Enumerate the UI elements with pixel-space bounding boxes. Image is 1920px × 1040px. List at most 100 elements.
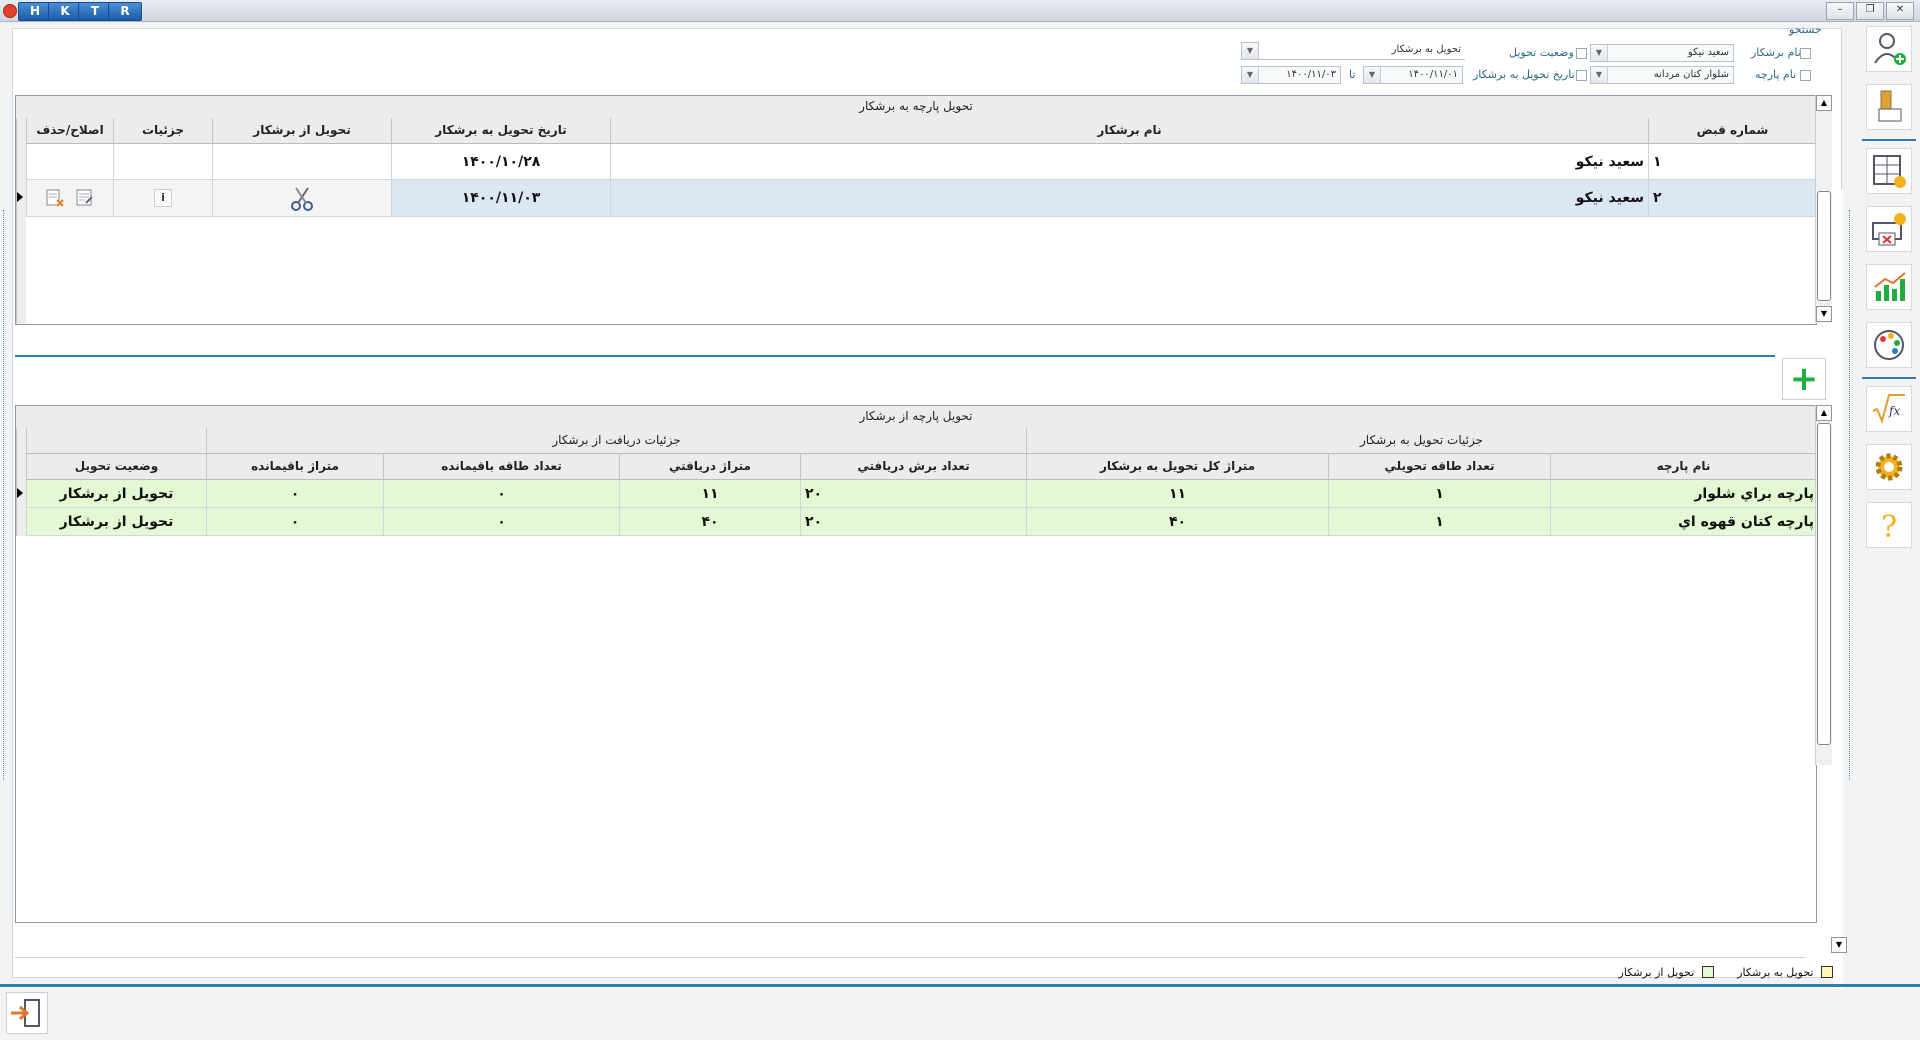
search-panel: جستجو نام برشکار سعید نیکو ▼ وضعیت تحویل… bbox=[13, 23, 1843, 93]
scroll-up-button[interactable]: ▲ bbox=[1816, 405, 1832, 421]
help-button[interactable]: ? bbox=[1866, 502, 1912, 548]
cell-bolts-left: ۰ bbox=[383, 508, 619, 536]
col-meters-received[interactable]: متراژ دريافتي bbox=[619, 454, 800, 480]
app-icon bbox=[3, 4, 17, 18]
delivery-status-select[interactable]: تحویل به برشکار ▼ bbox=[1241, 42, 1465, 60]
cell-cuts: ۲۰ bbox=[800, 508, 1026, 536]
toolbar-separator bbox=[1862, 377, 1916, 379]
current-row-marker bbox=[17, 192, 23, 202]
delivery-status-checkbox[interactable] bbox=[1576, 48, 1587, 59]
palette-button[interactable] bbox=[1866, 322, 1912, 368]
delivery-date-checkbox[interactable] bbox=[1576, 70, 1587, 81]
add-user-button[interactable] bbox=[1866, 26, 1912, 72]
fabric-name-value: شلوار کتان مردانه bbox=[1653, 69, 1729, 80]
chevron-down-icon[interactable]: ▼ bbox=[1364, 67, 1381, 83]
date-from-value: ۱۴۰۰/۱۱/۰۱ bbox=[1408, 69, 1458, 80]
cell-bolts: ۱ bbox=[1328, 508, 1550, 536]
main-panel: جستجو نام برشکار سعید نیکو ▼ وضعیت تحویل… bbox=[12, 23, 1847, 989]
scroll-thumb[interactable] bbox=[1817, 423, 1831, 745]
tailor-name-checkbox[interactable] bbox=[1800, 48, 1811, 59]
col-details[interactable]: جزئیات bbox=[113, 118, 212, 144]
grid1-caption: تحویل پارچه به برشکار bbox=[16, 96, 1816, 119]
col-delivery-status[interactable]: وضعیت تحویل bbox=[26, 454, 206, 480]
col-tailor-name[interactable]: نام برشکار bbox=[610, 118, 1648, 144]
tailor-name-select[interactable]: سعید نیکو ▼ bbox=[1590, 44, 1734, 62]
add-button[interactable]: + bbox=[1782, 358, 1826, 400]
help-icon: ? bbox=[1881, 510, 1897, 545]
tab-h[interactable]: H bbox=[18, 2, 52, 21]
table-row-selected[interactable]: ۲ سعید نیکو ۱۴۰۰/۱۱/۰۳ i bbox=[26, 180, 1816, 217]
grid-separator bbox=[15, 355, 1775, 357]
fabric-name-select[interactable]: شلوار کتان مردانه ▼ bbox=[1590, 66, 1734, 84]
tab-r[interactable]: R bbox=[108, 2, 142, 21]
col-fabric-name[interactable]: نام پارچه bbox=[1550, 454, 1816, 480]
delivery-from-tailor-grid: تحویل پارچه از برشکار جزئیات تحویل به بر… bbox=[15, 405, 1817, 923]
minimize-button[interactable]: – bbox=[1826, 2, 1854, 20]
chart-button[interactable] bbox=[1866, 264, 1912, 310]
grid2-scrollbar[interactable]: ▲ bbox=[1815, 405, 1832, 765]
add-user-icon bbox=[1874, 33, 1906, 65]
delivery-status-label: وضعیت تحویل bbox=[1509, 46, 1574, 59]
col-cuts-received[interactable]: تعداد برش دريافتي bbox=[800, 454, 1026, 480]
scroll-down-button[interactable]: ▼ bbox=[1816, 306, 1832, 322]
chart-icon bbox=[1874, 272, 1906, 301]
title-bar: H K T R – ❐ ✕ bbox=[0, 0, 1920, 22]
scroll-thumb[interactable] bbox=[1817, 191, 1831, 301]
tab-t[interactable]: T bbox=[78, 2, 112, 21]
formula-button[interactable]: fx bbox=[1866, 386, 1912, 432]
fabric-name-checkbox[interactable] bbox=[1800, 70, 1811, 81]
chevron-down-icon[interactable]: ▼ bbox=[1591, 67, 1608, 83]
date-to-picker[interactable]: ۱۴۰۰/۱۱/۰۳ ▼ bbox=[1241, 66, 1341, 84]
chevron-down-icon[interactable]: ▼ bbox=[1591, 45, 1608, 61]
col-delivery-date[interactable]: تاریخ تحویل به برشکار bbox=[391, 118, 610, 144]
date-from-picker[interactable]: ۱۴۰۰/۱۱/۰۱ ▼ bbox=[1363, 66, 1463, 84]
table-row[interactable]: پارچه کتان قهوه اي ۱ ۴۰ ۲۰ ۴۰ ۰ ۰ تحویل … bbox=[26, 508, 1816, 536]
cell-receive bbox=[212, 180, 391, 217]
restore-button[interactable]: ❐ bbox=[1856, 2, 1884, 20]
col-bolts-delivered[interactable]: تعداد طاقه تحويلي bbox=[1328, 454, 1550, 480]
cell-bolts-left: ۰ bbox=[383, 480, 619, 508]
col-total-meters[interactable]: متراژ کل تحویل به برشکار bbox=[1026, 454, 1328, 480]
col-meters-left[interactable]: متراژ باقیمانده bbox=[206, 454, 383, 480]
panel-scroll-track bbox=[1833, 189, 1843, 989]
chevron-down-icon[interactable]: ▼ bbox=[1242, 67, 1259, 83]
panel-scroll-down-button[interactable]: ▼ bbox=[1831, 937, 1847, 953]
cell-receipt-no: ۱ bbox=[1648, 144, 1816, 180]
chevron-down-icon[interactable]: ▼ bbox=[1241, 42, 1259, 59]
col-bolts-left[interactable]: تعداد طاقه باقیمانده bbox=[383, 454, 619, 480]
svg-text:?: ? bbox=[1881, 510, 1897, 545]
info-icon[interactable]: i bbox=[154, 189, 172, 207]
cell-total-meters: ۴۰ bbox=[1026, 508, 1328, 536]
bottom-accent-line bbox=[0, 984, 1920, 987]
scroll-up-button[interactable]: ▲ bbox=[1816, 95, 1832, 111]
palette-icon bbox=[1874, 330, 1904, 360]
scissors-icon[interactable] bbox=[287, 184, 317, 214]
left-splitter[interactable] bbox=[3, 210, 7, 780]
legend-swatch-from bbox=[1701, 966, 1714, 978]
cell-receive bbox=[212, 144, 391, 180]
exit-button[interactable] bbox=[6, 992, 48, 1034]
group-empty bbox=[26, 428, 206, 454]
print-money-button[interactable] bbox=[1866, 206, 1912, 252]
cell-bolts: ۱ bbox=[1328, 480, 1550, 508]
delivery-status-value: تحویل به برشکار bbox=[1391, 44, 1461, 55]
tools-button[interactable] bbox=[1866, 84, 1912, 130]
settings-button[interactable] bbox=[1866, 444, 1912, 490]
col-receipt-no[interactable]: شماره قبض bbox=[1648, 118, 1816, 144]
table-money-button[interactable] bbox=[1866, 148, 1912, 194]
table-row[interactable]: ۱ سعید نیکو ۱۴۰۰/۱۰/۲۸ bbox=[26, 144, 1816, 180]
formula-icon: fx bbox=[1872, 394, 1905, 425]
grid1-scrollbar[interactable]: ▲ ▼ bbox=[1815, 95, 1832, 323]
col-edit-delete[interactable]: اصلاح/حذف bbox=[26, 118, 113, 144]
close-button[interactable]: ✕ bbox=[1886, 2, 1914, 20]
table-row[interactable]: پارچه براي شلوار ۱ ۱۱ ۲۰ ۱۱ ۰ ۰ تحویل از… bbox=[26, 480, 1816, 508]
edit-icon[interactable] bbox=[75, 188, 95, 208]
delete-icon[interactable] bbox=[45, 188, 65, 208]
gear-icon bbox=[1875, 453, 1903, 481]
col-receive-from-tailor[interactable]: تحویل از برشکار bbox=[212, 118, 391, 144]
cell-meters-received: ۴۰ bbox=[619, 508, 800, 536]
tab-k[interactable]: K bbox=[48, 2, 82, 21]
cell-tailor: سعید نیکو bbox=[610, 144, 1648, 180]
date-to-label: تا bbox=[1349, 68, 1356, 81]
right-splitter[interactable] bbox=[1846, 210, 1850, 780]
